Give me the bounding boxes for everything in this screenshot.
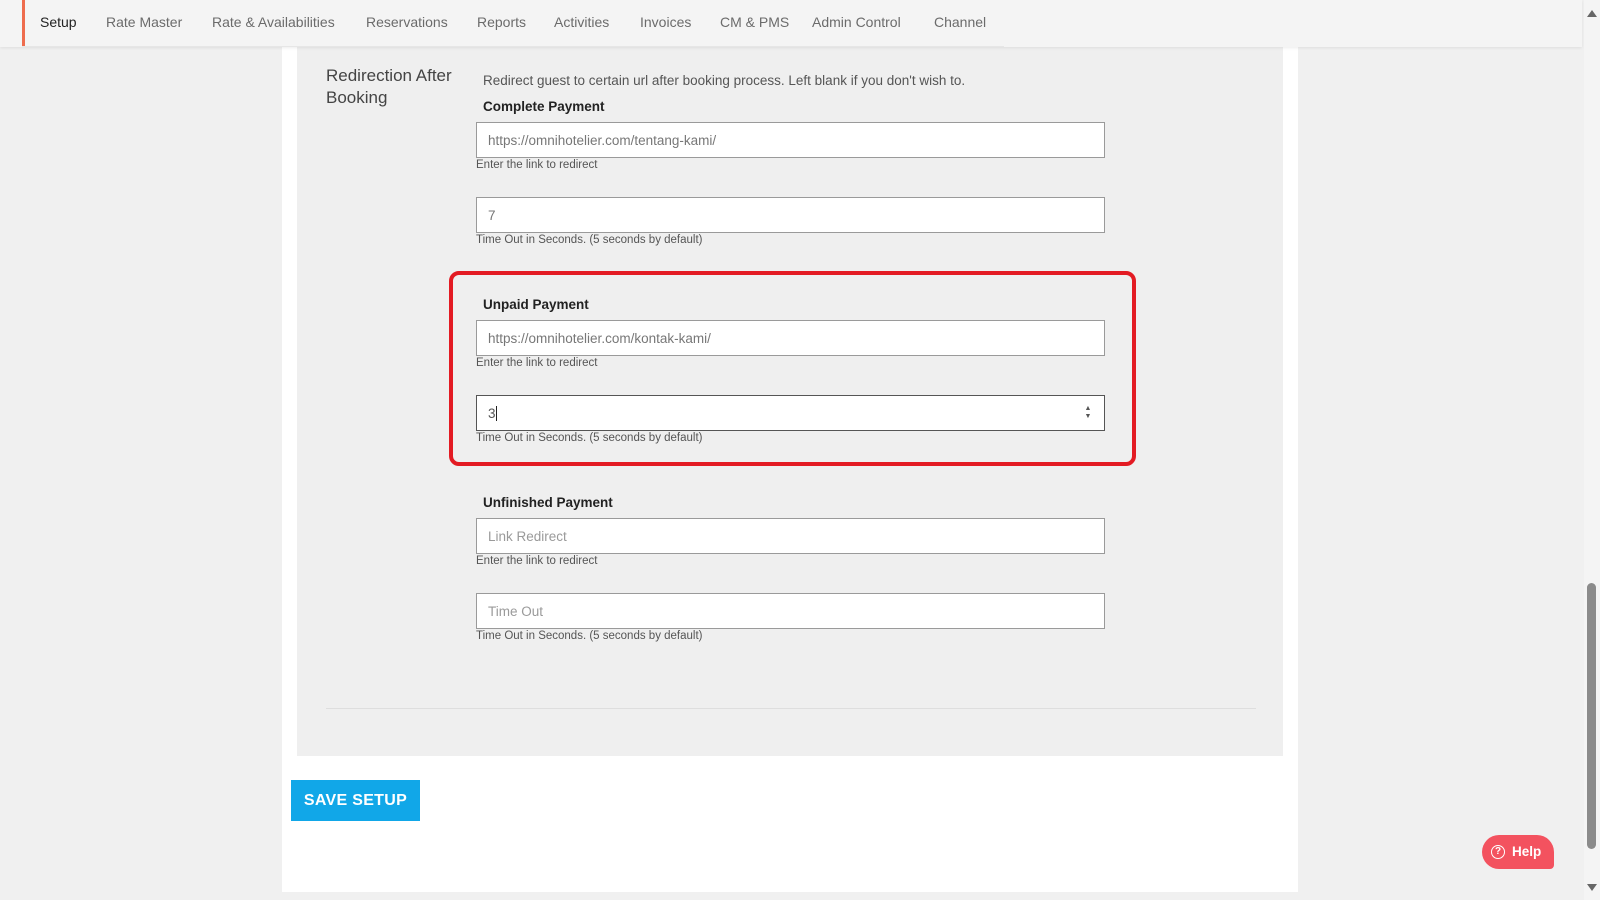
help-label: Help [1512,844,1542,859]
complete-payment-timeout-hint: Time Out in Seconds. (5 seconds by defau… [476,234,703,246]
complete-payment-link-input[interactable]: https://omnihotelier.com/tentang-kami/ [476,122,1105,158]
spin-down-icon[interactable]: ▼ [1084,413,1092,421]
unfinished-payment-timeout-input[interactable]: Time Out [476,593,1105,629]
help-button[interactable]: ? Help [1482,835,1554,869]
text-caret [495,406,497,421]
unpaid-payment-timeout-hint: Time Out in Seconds. (5 seconds by defau… [476,432,703,444]
nav-channel[interactable]: Channel [934,14,986,30]
nav-cm-pms[interactable]: CM & PMS [720,14,789,30]
unpaid-payment-link-hint: Enter the link to redirect [476,357,598,369]
spin-up-icon[interactable]: ▲ [1084,405,1092,413]
section-description: Redirect guest to certain url after book… [483,73,966,88]
save-setup-button[interactable]: SAVE SETUP [291,780,420,821]
nav-accent-bar [22,0,25,47]
top-navigation: Setup Rate Master Rate & Availabilities … [0,0,1582,47]
section-title: Redirection After Booking [326,66,452,107]
complete-payment-timeout-input[interactable]: 7 [476,197,1105,233]
unfinished-payment-timeout-hint: Time Out in Seconds. (5 seconds by defau… [476,630,703,642]
nav-rate-availabilities[interactable]: Rate & Availabilities [212,14,335,30]
nav-activities[interactable]: Activities [554,14,609,30]
nav-invoices[interactable]: Invoices [640,14,691,30]
complete-payment-label: Complete Payment [483,99,605,114]
number-spinner[interactable]: ▲ ▼ [1084,405,1092,423]
scroll-up-icon[interactable] [1587,10,1597,17]
unfinished-payment-label: Unfinished Payment [483,495,613,510]
unfinished-payment-link-hint: Enter the link to redirect [476,555,598,567]
unpaid-payment-link-input[interactable]: https://omnihotelier.com/kontak-kami/ [476,320,1105,356]
unpaid-timeout-value: 3 [488,406,496,421]
question-circle-icon: ? [1491,845,1505,859]
nav-admin-control[interactable]: Admin Control [812,14,901,30]
nav-rate-master[interactable]: Rate Master [106,14,182,30]
scroll-thumb[interactable] [1587,583,1596,849]
unpaid-payment-label: Unpaid Payment [483,297,589,312]
complete-payment-link-hint: Enter the link to redirect [476,159,598,171]
section-divider [326,708,1256,709]
unpaid-payment-timeout-input[interactable]: 3 ▲ ▼ [476,395,1105,431]
scroll-down-icon[interactable] [1587,884,1597,891]
unfinished-payment-link-input[interactable]: Link Redirect [476,518,1105,554]
nav-reports[interactable]: Reports [477,14,526,30]
nav-divider [22,46,1004,47]
nav-setup[interactable]: Setup [40,14,77,30]
vertical-scrollbar[interactable] [1584,0,1600,900]
nav-reservations[interactable]: Reservations [366,14,448,30]
